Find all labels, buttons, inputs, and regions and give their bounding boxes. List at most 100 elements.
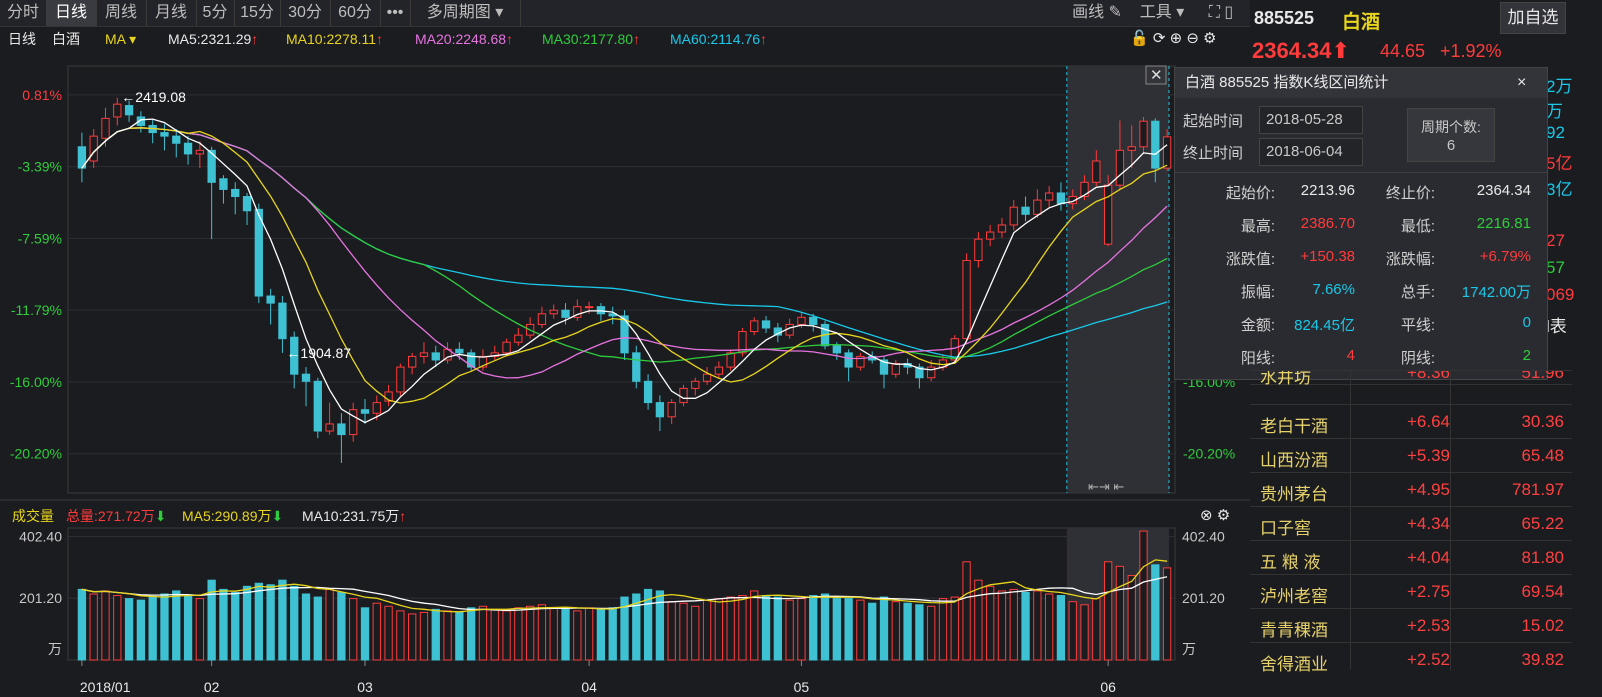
candle-body bbox=[502, 341, 511, 354]
volume-bar bbox=[1080, 604, 1089, 661]
candle-body bbox=[266, 295, 275, 304]
ma10-label: MA10:2278.11↑ bbox=[286, 31, 384, 47]
list-stock-name: 贵州茅台 bbox=[1260, 485, 1328, 504]
stat-label: 起始价: bbox=[1225, 185, 1275, 202]
volume-bar bbox=[172, 590, 181, 661]
volume-bar bbox=[797, 598, 806, 661]
candle-body bbox=[466, 352, 476, 368]
chart-tool-icons[interactable]: 🔓 ⟳ ⊕ ⊖ ⚙ bbox=[1130, 28, 1217, 50]
volume-bar bbox=[89, 593, 98, 661]
candle-body bbox=[89, 135, 98, 162]
volume-bar bbox=[927, 605, 936, 661]
volume-settings-icons[interactable]: ⊗ ⚙ bbox=[1200, 505, 1230, 527]
popup-close-button[interactable]: × bbox=[1517, 68, 1526, 98]
side-value: 2万 bbox=[1546, 77, 1573, 96]
candle-body bbox=[172, 135, 181, 144]
candle-body bbox=[419, 352, 429, 357]
candle-body bbox=[113, 103, 122, 118]
candle-body bbox=[702, 373, 712, 382]
candle-body bbox=[396, 366, 405, 393]
list-item[interactable]: 贵州茅台 +4.95 781.97 bbox=[1250, 472, 1572, 507]
stat-label: 金额: bbox=[1240, 317, 1275, 334]
candle-body bbox=[726, 352, 735, 368]
stock-header: 885525 白酒 2364.34⬆ 44.65 +1.92% 加自选 bbox=[1250, 0, 1602, 66]
candle-body bbox=[219, 178, 228, 190]
volume-bar bbox=[856, 599, 865, 661]
x-tick-label: 04 bbox=[581, 679, 597, 695]
list-stock-name: 口子窖 bbox=[1260, 519, 1311, 538]
ma60-label: MA60:2114.76↑ bbox=[670, 31, 768, 47]
selection-close-icon: ✕ bbox=[1150, 67, 1163, 84]
candle-body bbox=[1115, 149, 1125, 186]
candle-body bbox=[1021, 206, 1030, 215]
list-item[interactable]: 山西汾酒 +5.39 65.48 bbox=[1250, 438, 1572, 473]
volume-bar bbox=[584, 607, 594, 661]
stat-value: +150.38 bbox=[1300, 248, 1355, 265]
candle-body bbox=[301, 373, 311, 382]
candle-body bbox=[337, 423, 346, 436]
volume-bar bbox=[691, 605, 700, 661]
start-date-field[interactable]: 2018-05-28 bbox=[1259, 106, 1363, 134]
candle-body bbox=[231, 188, 240, 198]
stat-label: 平线: bbox=[1400, 317, 1435, 334]
list-item[interactable]: 老白干酒 +6.64 30.36 bbox=[1250, 404, 1572, 439]
volume-bar bbox=[231, 591, 240, 661]
volume-bar bbox=[573, 610, 582, 661]
list-stock-change: +4.34 bbox=[1406, 514, 1450, 533]
candle-body bbox=[195, 149, 205, 155]
ma20-label: MA20:2248.68↑ bbox=[415, 31, 514, 47]
start-time-label: 起始时间 bbox=[1183, 113, 1244, 130]
volume-bar bbox=[502, 610, 511, 661]
end-date-field[interactable]: 2018-06-04 bbox=[1259, 138, 1363, 166]
candle-body bbox=[643, 380, 653, 404]
candle-body bbox=[561, 309, 570, 318]
kline-chart[interactable]: 0.81%-3.39%-7.59%-11.79%-16.00%-20.20%-1… bbox=[0, 0, 1250, 697]
candle-body bbox=[1009, 206, 1018, 226]
volume-bar bbox=[148, 596, 157, 661]
list-item[interactable]: 青青稞酒 +2.53 15.02 bbox=[1250, 608, 1572, 643]
popup-header: 白酒 885525 指数K线区间统计 × bbox=[1175, 68, 1547, 98]
volume-bar bbox=[514, 607, 523, 661]
candle-body bbox=[408, 355, 417, 368]
volume-bar bbox=[337, 591, 346, 661]
list-item[interactable]: 泸州老窖 +2.75 69.54 bbox=[1250, 574, 1572, 609]
list-stock-change: +4.04 bbox=[1406, 548, 1450, 567]
volume-bar bbox=[997, 590, 1007, 661]
candle-body bbox=[797, 316, 806, 325]
y-tick-label: -20.20% bbox=[10, 446, 62, 462]
volume-bar bbox=[809, 595, 818, 661]
volume-bar bbox=[655, 590, 665, 661]
stat-label: 总手: bbox=[1400, 284, 1435, 301]
list-item[interactable]: 口子窖 +4.34 65.22 bbox=[1250, 506, 1572, 541]
candle-body bbox=[360, 409, 370, 414]
candle-body bbox=[691, 380, 700, 389]
volume-bar bbox=[455, 611, 464, 661]
volume-bar bbox=[915, 604, 924, 661]
volume-tick-label-right: 402.40 bbox=[1182, 528, 1225, 544]
volume-bar bbox=[1103, 561, 1113, 661]
list-item[interactable]: 舍得酒业 +2.52 39.82 bbox=[1250, 642, 1572, 677]
volume-bar bbox=[1139, 530, 1148, 661]
side-value: 069 bbox=[1546, 285, 1575, 304]
add-watchlist-button[interactable]: 加自选 bbox=[1500, 2, 1566, 34]
indicator-dropdown[interactable]: MA ▾ bbox=[105, 28, 136, 50]
volume-bar bbox=[1021, 591, 1030, 661]
list-stock-name: 五 粮 液 bbox=[1260, 553, 1321, 572]
volume-bar bbox=[1044, 593, 1054, 661]
candle-body bbox=[313, 380, 322, 432]
y-tick-label: -11.79% bbox=[11, 302, 62, 318]
list-stock-change: +2.53 bbox=[1406, 616, 1450, 635]
period-count-value: 6 bbox=[1446, 137, 1456, 154]
volume-unit-label-right: 万 bbox=[1182, 641, 1196, 657]
list-item[interactable]: 水井坊 +8.36 51.96 bbox=[1250, 370, 1572, 391]
price-plot-frame bbox=[67, 65, 1176, 494]
stat-value: 2386.70 bbox=[1300, 215, 1355, 232]
candle-body bbox=[1092, 160, 1101, 183]
stat-label: 阴线: bbox=[1400, 350, 1435, 367]
stat-value: 4 bbox=[1346, 347, 1355, 364]
list-item[interactable]: 五 粮 液 +4.04 81.80 bbox=[1250, 540, 1572, 575]
volume-bar bbox=[278, 579, 287, 661]
y-tick-label-right: -20.20% bbox=[1183, 446, 1235, 462]
volume-bar bbox=[950, 596, 959, 661]
volume-bar bbox=[349, 598, 358, 661]
